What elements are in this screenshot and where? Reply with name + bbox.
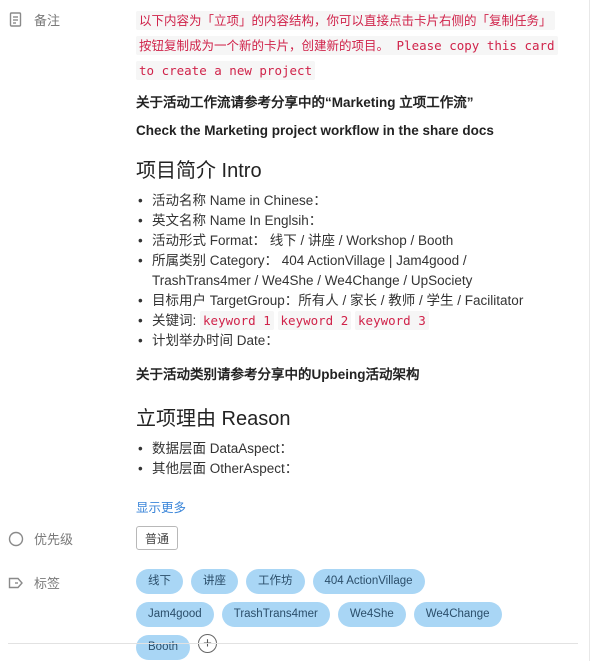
tag-chip[interactable]: 讲座 — [191, 569, 238, 594]
intro-list: 活动名称 Name in Chinese： 英文名称 Name In Engls… — [136, 191, 570, 351]
note-label: 备注 — [34, 13, 61, 28]
priority-label: 优先级 — [34, 532, 74, 547]
reason-heading: 立项理由 Reason — [136, 408, 291, 430]
tag-chip[interactable]: 工作坊 — [246, 569, 305, 594]
tag-chip[interactable]: TrashTrans4mer — [221, 602, 330, 627]
keyword-code: keyword 3 — [355, 311, 429, 330]
list-item-keywords: 关键词: keyword 1 keyword 2 keyword 3 — [136, 311, 570, 331]
show-more-link[interactable]: 显示更多 — [136, 497, 186, 516]
tag-chip[interactable]: We4She — [337, 602, 406, 627]
workflow-cn-text: 关于活动工作流请参考分享中的“Marketing 立项工作流” — [136, 95, 474, 110]
note-code-line-3: to create a new project — [136, 61, 316, 80]
workflow-en-text: Check the Marketing project workflow in … — [136, 123, 494, 138]
tag-chip[interactable]: We4Change — [413, 602, 502, 627]
tags-label: 标签 — [34, 576, 61, 591]
list-item: 计划举办时间 Date： — [136, 331, 570, 351]
note-code-line-1: 以下内容为「立项」的内容结构，你可以直接点击卡片右侧的「复制任务」 — [136, 11, 555, 30]
note-code-line-2: 按钮复制成为一个新的卡片，创建新的项目。 Please copy this ca… — [136, 36, 558, 55]
keyword-code: keyword 1 — [200, 311, 274, 330]
keyword-code: keyword 2 — [277, 311, 352, 330]
tags-label-row: 标签 — [8, 573, 60, 592]
intro-heading: 项目简介 Intro — [136, 160, 262, 182]
tag-chip[interactable]: Booth — [136, 635, 191, 660]
circle-icon — [8, 531, 24, 547]
list-item: 其他层面 OtherAspect： — [136, 459, 570, 479]
keywords-label: 关键词: — [152, 313, 197, 328]
note-icon — [8, 12, 24, 28]
tag-chip[interactable]: 线下 — [136, 569, 183, 594]
list-item: 数据层面 DataAspect： — [136, 439, 570, 459]
category-reference-text: 关于活动类别请参考分享中的Upbeing活动架构 — [136, 367, 420, 382]
list-item: 活动名称 Name in Chinese： — [136, 191, 570, 211]
divider — [8, 643, 578, 644]
reason-list: 数据层面 DataAspect： 其他层面 OtherAspect： — [136, 439, 570, 479]
list-item: 活动形式 Format： 线下 / 讲座 / Workshop / Booth — [136, 231, 570, 251]
note-content[interactable]: 以下内容为「立项」的内容结构，你可以直接点击卡片右侧的「复制任务」 按钮复制成为… — [136, 8, 570, 517]
note-label-row: 备注 — [8, 10, 60, 29]
priority-button[interactable]: 普通 — [136, 526, 178, 550]
tag-icon — [8, 575, 24, 591]
category-line-1: 所属类别 Category： 404 ActionVillage | Jam4g… — [152, 253, 467, 268]
tags-list: 线下 讲座 工作坊 404 ActionVillage Jam4good TrashTra… — [136, 569, 516, 661]
priority-label-row: 优先级 — [8, 529, 73, 548]
list-item: 所属类别 Category： 404 ActionVillage | Jam4g… — [136, 251, 570, 291]
list-item: 目标用户 TargetGroup：所有人 / 家长 / 教师 / 学生 / Fa… — [136, 291, 570, 311]
category-line-2: TrashTrans4mer / We4She / We4Change / Up… — [152, 273, 473, 288]
tag-chip[interactable]: 404 ActionVillage — [312, 569, 425, 594]
list-item: 英文名称 Name In Englsih： — [136, 211, 570, 231]
tag-chip[interactable]: Jam4good — [136, 602, 214, 627]
